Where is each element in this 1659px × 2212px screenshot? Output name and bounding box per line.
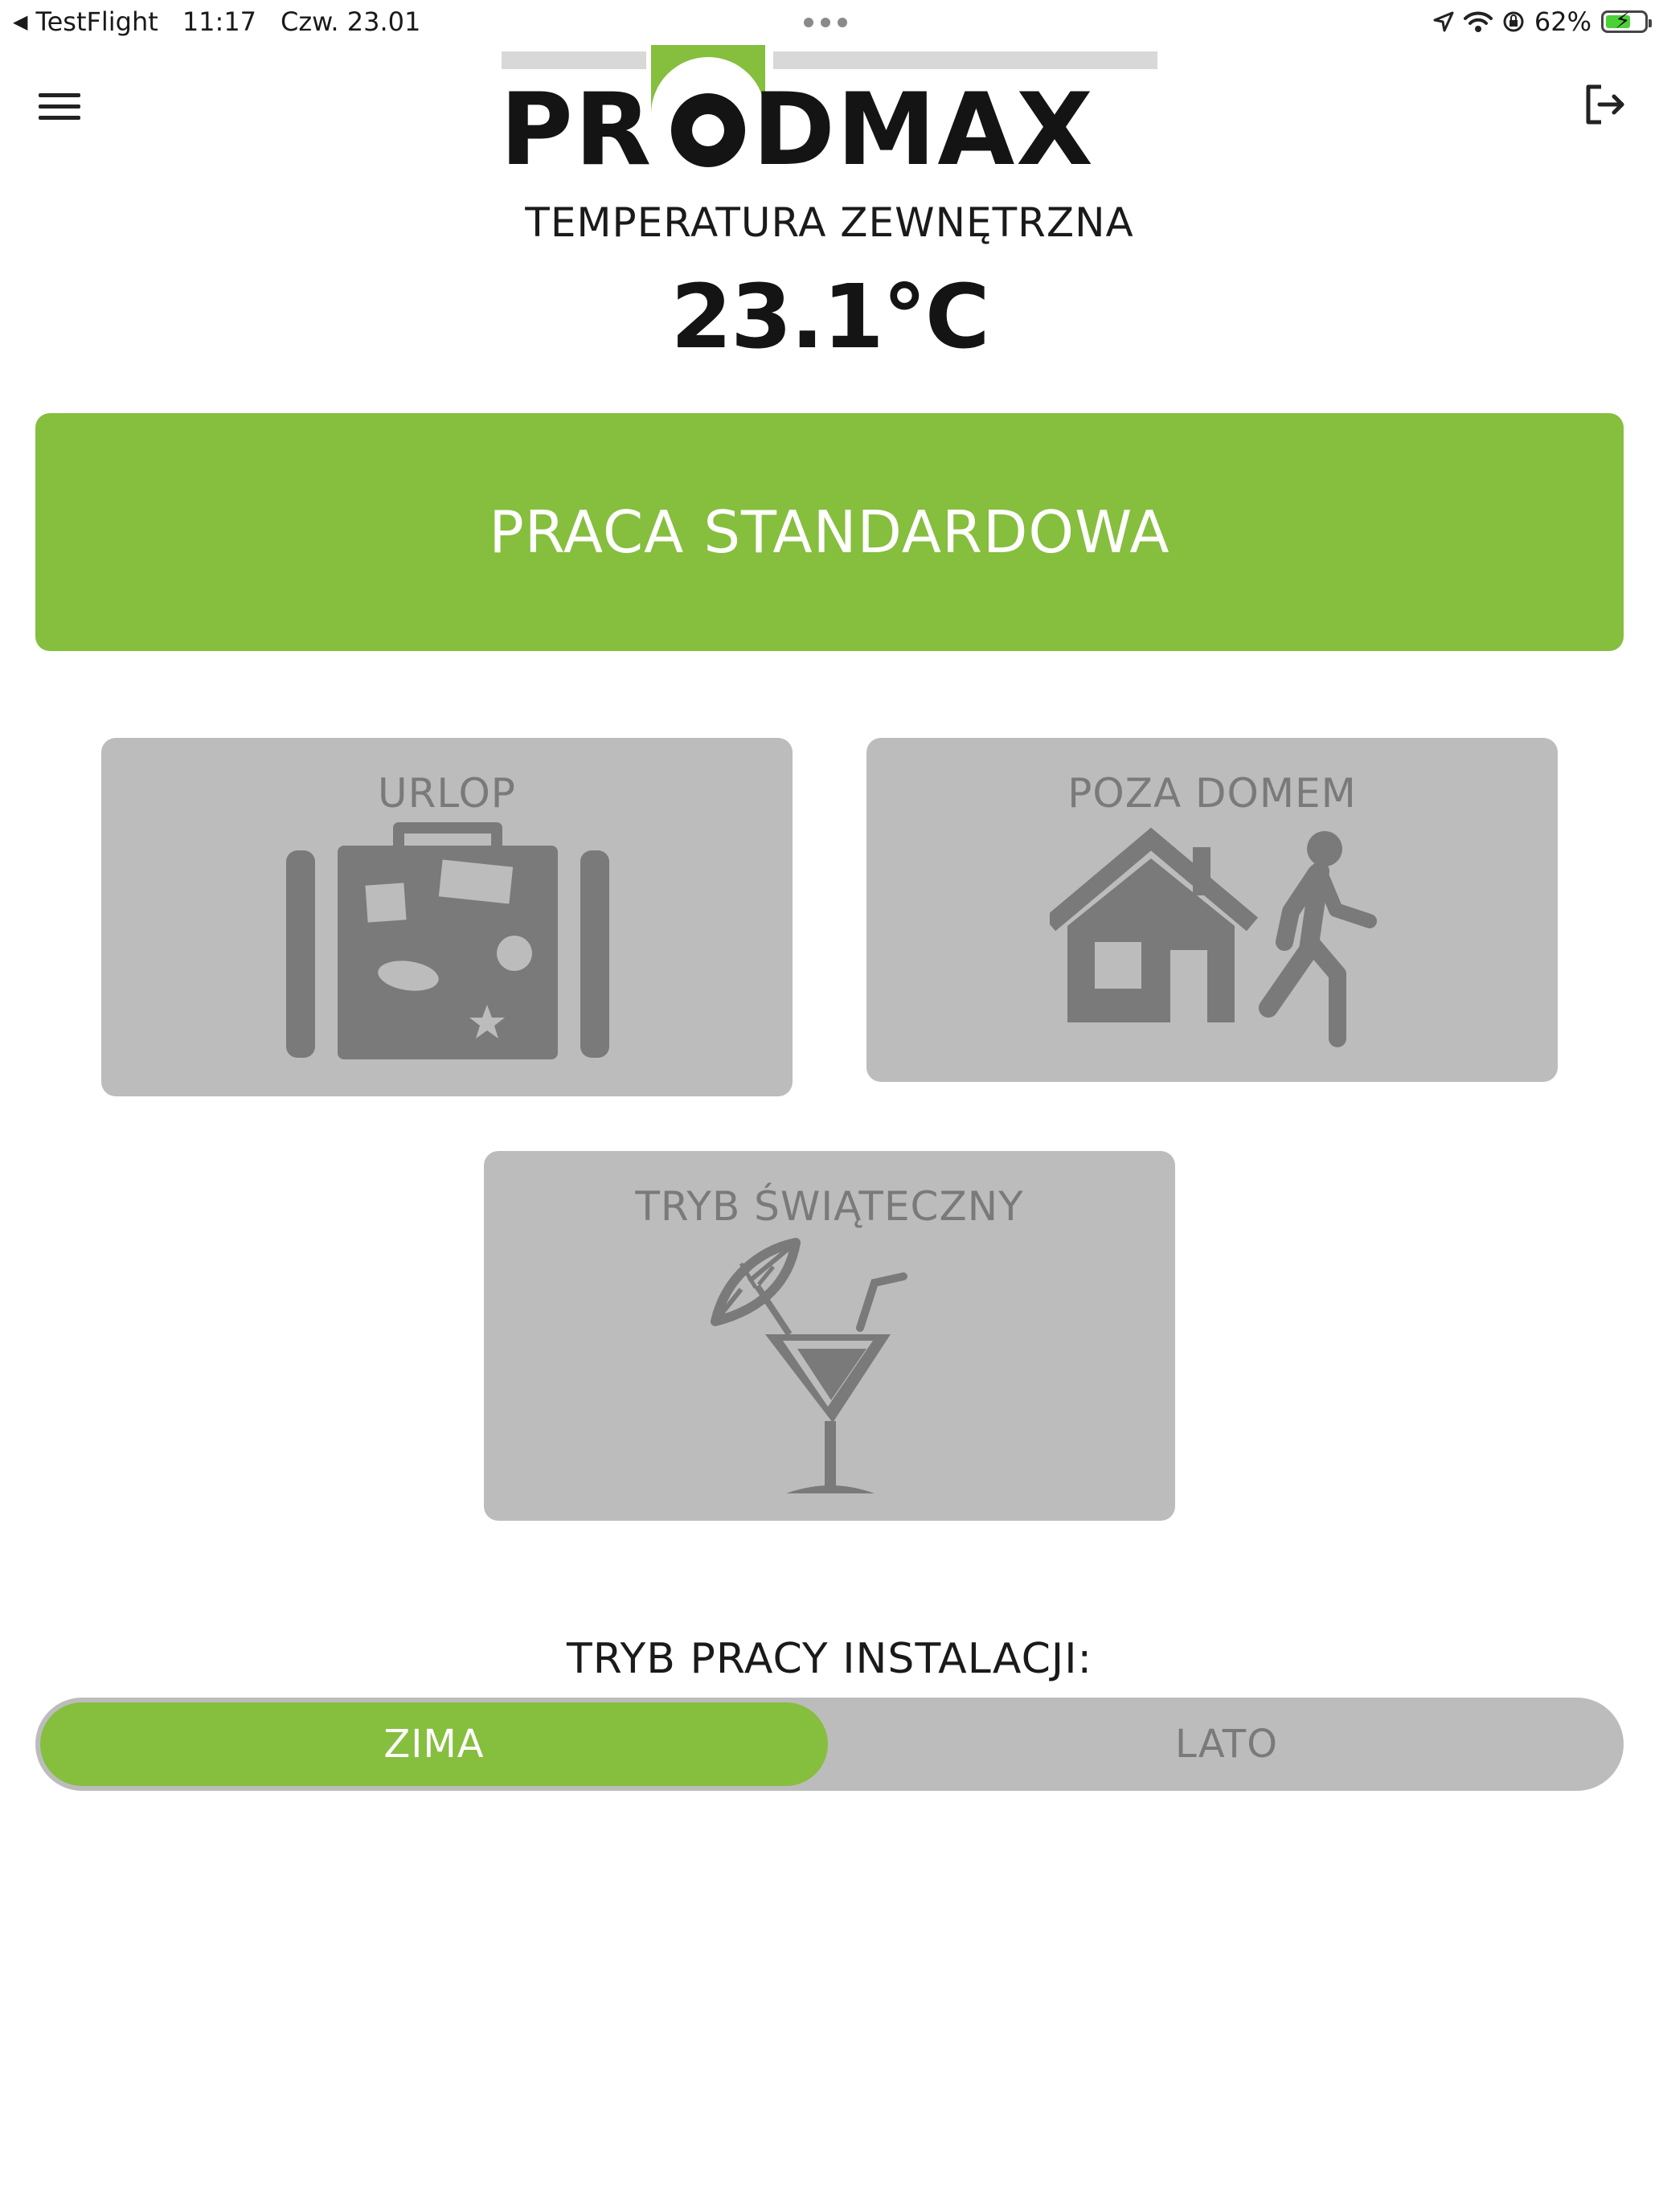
away-mode-label: POZA DOMEM [1067, 770, 1357, 817]
hamburger-menu-icon[interactable] [39, 90, 82, 122]
prodmax-logo: PR DMAX [500, 45, 1157, 170]
install-mode-toggle: ZIMA LATO [35, 1698, 1624, 1791]
temperature-label: TEMPERATURA ZEWNĘTRZNA [525, 199, 1134, 246]
holiday-mode-tile[interactable]: TRYB ŚWIĄTECZNY [484, 1151, 1175, 1521]
multitasking-dots-icon[interactable] [804, 18, 847, 27]
away-mode-tile[interactable]: POZA DOMEM [866, 738, 1558, 1082]
logout-icon[interactable] [1582, 80, 1630, 129]
status-right: 62% ⚡ [1433, 6, 1652, 37]
battery-percent: 62% [1534, 6, 1591, 37]
cocktail-icon [711, 1238, 907, 1493]
vacation-mode-label: URLOP [378, 770, 516, 817]
winter-mode-option[interactable]: ZIMA [40, 1702, 828, 1786]
standard-mode-button[interactable]: PRACA STANDARDOWA [35, 413, 1624, 651]
rotation-lock-icon [1503, 11, 1524, 32]
install-mode-title: TRYB PRACY INSTALACJI: [566, 1635, 1093, 1683]
location-arrow-icon [1433, 11, 1454, 32]
battery-icon: ⚡ [1601, 10, 1652, 33]
suitcase-icon [286, 822, 609, 1059]
back-arrow-icon[interactable]: ◀ [13, 10, 27, 33]
vacation-mode-tile[interactable]: URLOP [101, 738, 793, 1096]
summer-mode-option[interactable]: LATO [830, 1698, 1624, 1791]
holiday-mode-label: TRYB ŚWIĄTECZNY [635, 1183, 1024, 1230]
status-date: Czw. 23.01 [281, 6, 421, 37]
svg-text:PR: PR [500, 72, 653, 170]
status-bar: ◀ TestFlight 11:17 Czw. 23.01 62% ⚡ [0, 0, 1659, 45]
svg-text:DMAX: DMAX [752, 72, 1095, 170]
house-walking-person-icon [1050, 827, 1377, 1047]
wifi-icon [1463, 11, 1493, 32]
standard-mode-label: PRACA STANDARDOWA [489, 498, 1170, 566]
temperature-value: 23.1°C [670, 265, 989, 368]
status-left: ◀ TestFlight 11:17 Czw. 23.01 [13, 6, 420, 37]
back-app-label[interactable]: TestFlight [35, 6, 158, 37]
status-time: 11:17 [182, 6, 257, 37]
